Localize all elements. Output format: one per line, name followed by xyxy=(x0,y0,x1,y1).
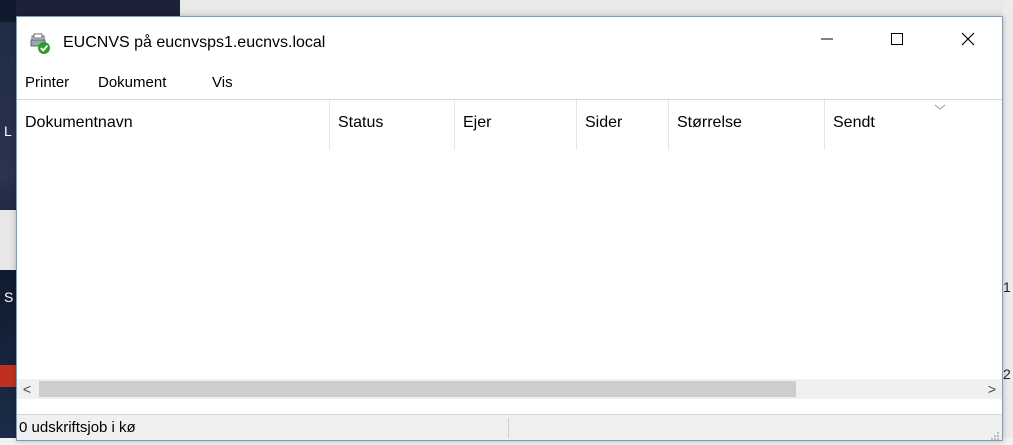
menu-dokument[interactable]: Dokument xyxy=(98,74,166,91)
column-header-ejer[interactable]: Ejer xyxy=(455,100,577,150)
status-bar: 0 udskriftsjob i kø xyxy=(17,414,1002,440)
menu-vis[interactable]: Vis xyxy=(212,74,233,91)
background-desktop-strip xyxy=(0,0,16,445)
status-separator xyxy=(508,418,509,438)
scrollbar-thumb[interactable] xyxy=(39,381,796,397)
minimize-icon xyxy=(820,32,834,51)
close-button[interactable] xyxy=(945,17,991,65)
printer-check-icon xyxy=(30,33,52,55)
background-letter: 1 xyxy=(1003,279,1011,295)
resize-grip-icon[interactable] xyxy=(990,428,1000,440)
title-bar[interactable]: EUCNVS på eucnvsps1.eucnvs.local xyxy=(17,17,1002,65)
print-job-list[interactable]: Dokumentnavn Status Ejer Sider Størrelse… xyxy=(17,99,1002,398)
column-header-sendt[interactable]: Sendt xyxy=(825,100,1000,150)
scroll-left-button[interactable]: < xyxy=(17,379,37,399)
list-header: Dokumentnavn Status Ejer Sider Størrelse… xyxy=(17,100,1000,150)
status-text: 0 udskriftsjob i kø xyxy=(19,419,136,436)
minimize-button[interactable] xyxy=(804,17,850,65)
menu-printer[interactable]: Printer xyxy=(25,74,69,91)
maximize-button[interactable] xyxy=(874,17,920,65)
column-header-status[interactable]: Status xyxy=(330,100,455,150)
menu-bar: Printer Dokument Vis xyxy=(17,71,1002,95)
background-letter: L xyxy=(4,123,12,139)
sort-descending-icon xyxy=(933,100,947,110)
window-title: EUCNVS på eucnvsps1.eucnvs.local xyxy=(63,34,326,51)
background-letter: 2 xyxy=(1003,366,1011,382)
background-letter: S xyxy=(4,289,14,305)
horizontal-scrollbar[interactable]: < > xyxy=(17,379,1002,399)
maximize-icon xyxy=(890,32,904,51)
column-header-stoerrelse[interactable]: Størrelse xyxy=(669,100,825,150)
column-header-dokumentnavn[interactable]: Dokumentnavn xyxy=(17,100,330,150)
column-header-sider[interactable]: Sider xyxy=(577,100,669,150)
scroll-right-button[interactable]: > xyxy=(982,379,1002,399)
list-body[interactable] xyxy=(17,150,1002,396)
print-queue-window: EUCNVS på eucnvsps1.eucnvs.local Printer… xyxy=(16,16,1003,441)
close-icon xyxy=(961,32,975,51)
